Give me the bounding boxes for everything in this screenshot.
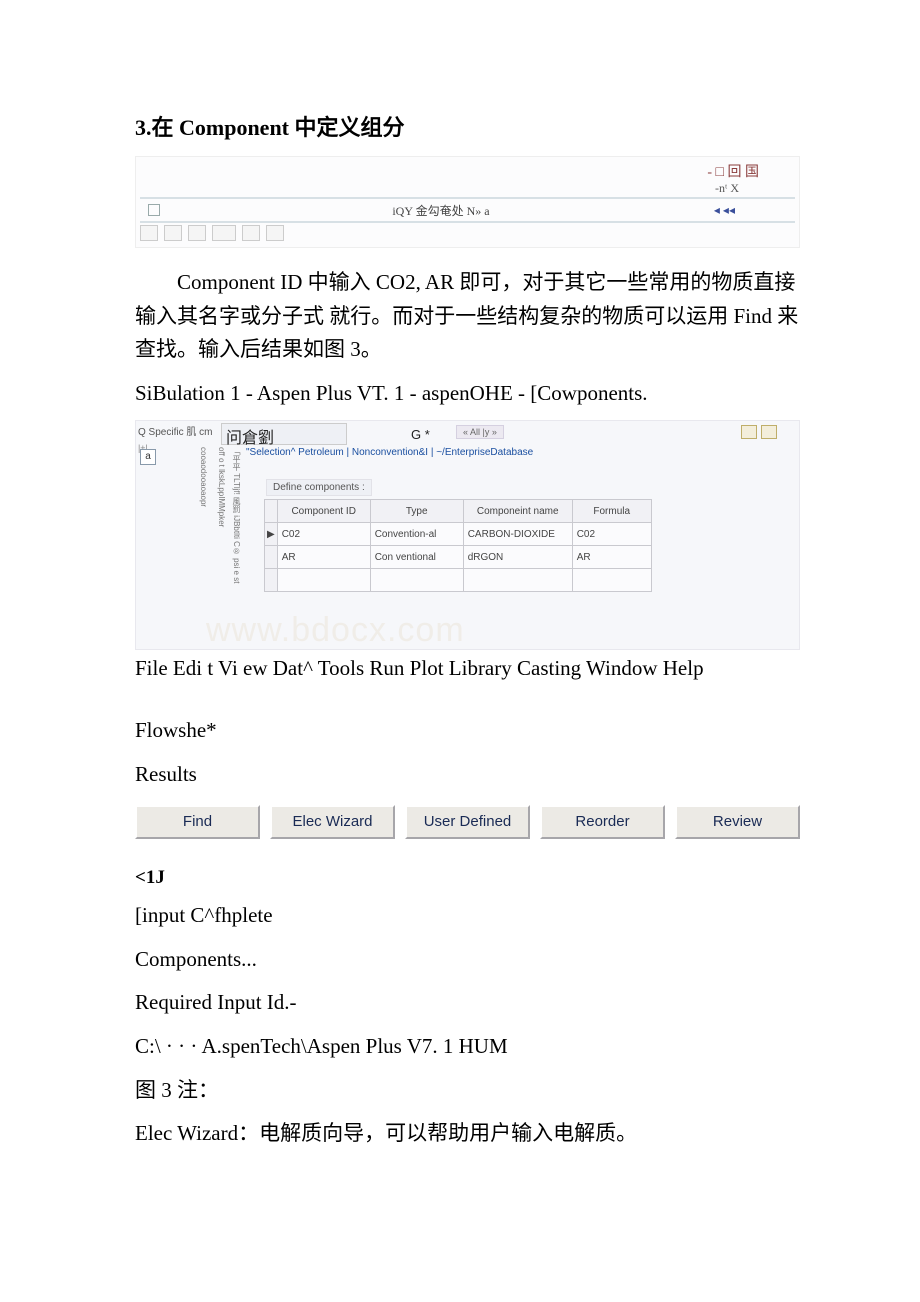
vertical-text-3: 「平平 TLTljf! 風罰 iJBbtlti C® psi e st xyxy=(232,447,242,637)
cell-component-id[interactable]: AR xyxy=(277,546,370,569)
row-selector-header xyxy=(265,500,278,523)
row-selector[interactable] xyxy=(265,546,278,569)
elec-wizard-desc: Elec Wizard：电解质向导，可以帮助用户输入电解质。 xyxy=(135,1117,800,1151)
title-box: 问倉劉 xyxy=(221,423,347,445)
vertical-text-2: off o t lkskLppIMMpker xyxy=(216,447,226,617)
path-line: C:\ · · · A.spenTech\Aspen Plus V7. 1 HU… xyxy=(135,1030,800,1064)
figure-2: Q Specific 肌 cm |±| a cooaodooaoaopr off… xyxy=(135,420,800,650)
reorder-button[interactable]: Reorder xyxy=(540,805,665,839)
checkbox-icon xyxy=(148,204,160,216)
cell-type[interactable]: Con ventional xyxy=(370,546,463,569)
close-label: -nᵗ X xyxy=(715,181,739,196)
flowshe-label: Flowshe* xyxy=(135,714,800,748)
row-selector[interactable]: ▶ xyxy=(265,523,278,546)
cell-component-id[interactable] xyxy=(277,569,370,592)
watermark: www.bdocx.com xyxy=(206,611,465,650)
col-formula: Formula xyxy=(572,500,651,523)
cell-component-name[interactable]: dRGON xyxy=(463,546,572,569)
body-text: File Edi t Vi ew Dat^ Tools Run Plot Lib… xyxy=(135,652,800,791)
figure-1: - □ 回 国 -nᵗ X iQY 金勾奄处 N» a ◂ ◂◂ xyxy=(135,156,800,248)
toolbar-row-1: iQY 金勾奄处 N» a ◂ ◂◂ xyxy=(140,197,795,223)
toolbar-row-2 xyxy=(140,223,284,243)
body-text: Component ID 中输入 CO2, AR 即可，对于其它一些常用的物质直… xyxy=(135,266,800,410)
cell-type[interactable]: Convention-al xyxy=(370,523,463,546)
corner-icons xyxy=(741,425,777,439)
review-button[interactable]: Review xyxy=(675,805,800,839)
paragraph: Component ID 中输入 CO2, AR 即可，对于其它一些常用的物质直… xyxy=(135,266,800,367)
ally-dropdown[interactable]: « All |y » xyxy=(456,425,504,439)
document-page: 3.在 Component 中定义组分 - □ 回 国 -nᵗ X iQY 金勾… xyxy=(0,0,920,1221)
table-row[interactable] xyxy=(265,569,652,592)
specific-label: Q Specific 肌 cm xyxy=(138,427,212,438)
user-defined-button[interactable]: User Defined xyxy=(405,805,530,839)
table-row[interactable]: ▶ C02 Convention-al CARBON-DIOXIDE C02 xyxy=(265,523,652,546)
toolbar-icon xyxy=(164,225,182,241)
menu-line: File Edi t Vi ew Dat^ Tools Run Plot Lib… xyxy=(135,652,800,686)
toolbar-icon xyxy=(188,225,206,241)
elec-wizard-button[interactable]: Elec Wizard xyxy=(270,805,395,839)
cell-component-name[interactable]: CARBON-DIOXIDE xyxy=(463,523,572,546)
cell-component-id[interactable]: C02 xyxy=(277,523,370,546)
cell-formula[interactable]: C02 xyxy=(572,523,651,546)
row-selector[interactable] xyxy=(265,569,278,592)
vertical-text-1: cooaodooaoaopr xyxy=(198,447,208,617)
find-button[interactable]: Find xyxy=(135,805,260,839)
window-controls: - □ 回 国 xyxy=(707,161,759,181)
col-component-id: Component ID xyxy=(277,500,370,523)
toolbar-icon xyxy=(140,225,158,241)
body-text: [input C^fhplete Components... Required … xyxy=(135,899,800,1151)
cell-component-name[interactable] xyxy=(463,569,572,592)
figure-3-note: 图 3 注： xyxy=(135,1074,800,1108)
components-table: Component ID Type Componeint name Formul… xyxy=(264,499,652,592)
col-component-name: Componeint name xyxy=(463,500,572,523)
define-components-label: Define components : xyxy=(266,479,372,496)
toolbar-icon xyxy=(212,225,236,241)
cell-formula[interactable]: AR xyxy=(572,546,651,569)
sim-title: SiBulation 1 - Aspen Plus VT. 1 - aspenO… xyxy=(135,377,800,411)
table-row[interactable]: AR Con ventional dRGON AR xyxy=(265,546,652,569)
input-complete-line: [input C^fhplete xyxy=(135,899,800,933)
section-heading: 3.在 Component 中定义组分 xyxy=(135,110,800,142)
results-label: Results xyxy=(135,758,800,792)
tab-selection[interactable]: "Selection^ Petroleum | Nonconvention&I … xyxy=(246,447,533,458)
toolbar-icon xyxy=(242,225,260,241)
toolbar-icon xyxy=(266,225,284,241)
lt1j-heading: <1J xyxy=(135,867,800,889)
toolbar-center-text: iQY 金勾奄处 N» a xyxy=(392,202,489,219)
g-star: G * xyxy=(411,427,430,442)
a-box: a xyxy=(140,449,156,465)
tabs-row: "Selection^ Petroleum | Nonconvention&I … xyxy=(246,447,533,458)
components-dots: Components... xyxy=(135,943,800,977)
required-input: Required Input Id.- xyxy=(135,986,800,1020)
cell-formula[interactable] xyxy=(572,569,651,592)
table-header-row: Component ID Type Componeint name Formul… xyxy=(265,500,652,523)
cell-type[interactable] xyxy=(370,569,463,592)
col-type: Type xyxy=(370,500,463,523)
nav-arrows: ◂ ◂◂ xyxy=(714,203,735,218)
buttons-row: Find Elec Wizard User Defined Reorder Re… xyxy=(135,805,800,839)
